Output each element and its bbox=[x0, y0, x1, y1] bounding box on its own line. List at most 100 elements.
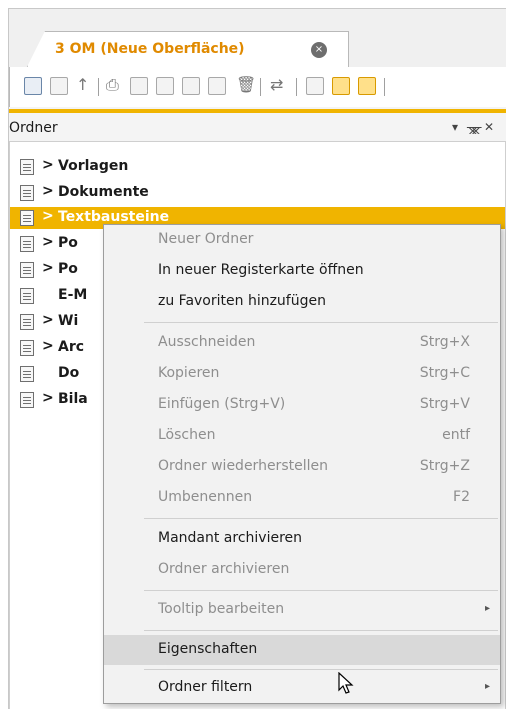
menu-item-label: Ordner archivieren bbox=[158, 561, 290, 577]
tree-item-vorlagen[interactable]: > Vorlagen bbox=[10, 156, 505, 178]
expand-chevron-icon[interactable]: > bbox=[42, 260, 54, 276]
toolbar-separator bbox=[384, 78, 385, 96]
new-document-icon[interactable] bbox=[130, 77, 148, 95]
menu-item-shortcut: entf bbox=[442, 427, 470, 443]
menu-item-label: Ausschneiden bbox=[158, 334, 256, 350]
toolbar: ↑ ⎙ 🗑 ⇄ bbox=[9, 67, 506, 107]
tree-item-label: Textbausteine bbox=[58, 209, 170, 225]
menu-item-shortcut: Strg+C bbox=[419, 365, 470, 381]
folder-outgoing-icon bbox=[20, 236, 34, 252]
sync-icon[interactable]: ⇄ bbox=[270, 75, 283, 94]
menu-item-add-to-favorites[interactable]: zu Favoriten hinzufügen bbox=[104, 287, 500, 317]
menu-separator bbox=[144, 322, 498, 323]
menu-item-filter-folder[interactable]: Ordner filtern ▸ bbox=[104, 673, 500, 703]
menu-separator bbox=[144, 518, 498, 519]
import-icon[interactable] bbox=[208, 77, 226, 95]
mouse-cursor-icon bbox=[338, 672, 354, 694]
submenu-arrow-icon: ▸ bbox=[484, 681, 490, 692]
context-menu: Neuer Ordner In neuer Registerkarte öffn… bbox=[103, 224, 501, 704]
preview-icon[interactable] bbox=[332, 77, 350, 95]
open-folder-icon[interactable] bbox=[156, 77, 174, 95]
tree-item-dokumente[interactable]: > Dokumente bbox=[10, 182, 505, 204]
menu-item-label: Neuer Ordner bbox=[158, 231, 254, 247]
menu-separator bbox=[144, 669, 498, 670]
menu-item-label: Kopieren bbox=[158, 365, 220, 381]
print-icon[interactable]: ⎙ bbox=[106, 75, 119, 95]
expand-chevron-icon[interactable]: > bbox=[42, 208, 54, 224]
expand-chevron-icon[interactable]: > bbox=[42, 338, 54, 354]
menu-item-label: Tooltip bearbeiten bbox=[158, 601, 285, 617]
menu-item-archive-folder[interactable]: Ordner archivieren bbox=[104, 555, 500, 585]
folder-document-icon bbox=[20, 210, 34, 226]
up-arrow-icon[interactable]: ↑ bbox=[76, 75, 89, 94]
folder-document-icon bbox=[20, 159, 34, 175]
menu-item-archive-client[interactable]: Mandant archivieren bbox=[104, 524, 500, 554]
expand-chevron-icon[interactable]: > bbox=[42, 234, 54, 250]
expand-chevron-icon[interactable]: > bbox=[42, 183, 54, 199]
panel-title: Ordner bbox=[9, 120, 58, 136]
menu-item-paste[interactable]: Einfügen (Strg+V) Strg+V bbox=[104, 390, 500, 420]
menu-separator bbox=[144, 630, 498, 631]
tree-item-label: Po bbox=[58, 261, 78, 277]
document-icon bbox=[20, 366, 34, 382]
expand-chevron-icon[interactable]: > bbox=[42, 312, 54, 328]
tree-item-label: Do bbox=[58, 365, 80, 381]
menu-item-label: zu Favoriten hinzufügen bbox=[158, 293, 326, 309]
menu-item-label: Ordner wiederherstellen bbox=[158, 458, 328, 474]
menu-item-shortcut: Strg+Z bbox=[419, 458, 470, 474]
menu-item-open-in-new-tab[interactable]: In neuer Registerkarte öffnen bbox=[104, 256, 500, 286]
folder-document-icon bbox=[20, 185, 34, 201]
tree-item-label: Po bbox=[58, 235, 78, 251]
accent-bar bbox=[9, 109, 506, 113]
email-folder-icon bbox=[20, 288, 34, 304]
menu-item-properties[interactable]: Eigenschaften bbox=[104, 635, 500, 665]
menu-separator bbox=[144, 590, 498, 591]
menu-item-cut[interactable]: Ausschneiden Strg+X bbox=[104, 328, 500, 358]
tree-item-label: Bila bbox=[58, 391, 88, 407]
forward-icon[interactable] bbox=[50, 77, 68, 95]
trash-icon[interactable]: 🗑 bbox=[236, 75, 256, 94]
pin-icon[interactable]: ᚘ bbox=[467, 120, 481, 134]
close-icon[interactable]: × bbox=[311, 42, 327, 58]
expand-chevron-icon[interactable]: > bbox=[42, 157, 54, 173]
menu-item-label: Eigenschaften bbox=[158, 641, 258, 657]
search-preview-icon[interactable] bbox=[358, 77, 376, 95]
chart-folder-icon bbox=[20, 392, 34, 408]
back-icon[interactable] bbox=[24, 77, 42, 95]
menu-item-restore-folder[interactable]: Ordner wiederherstellen Strg+Z bbox=[104, 452, 500, 482]
folder-icon bbox=[20, 314, 34, 330]
menu-item-label: Umbenennen bbox=[158, 489, 253, 505]
toolbar-separator bbox=[260, 78, 261, 96]
properties-icon[interactable] bbox=[306, 77, 324, 95]
toolbar-separator bbox=[98, 78, 99, 96]
tab-strip: 3 OM (Neue Oberfläche) × bbox=[9, 9, 506, 67]
menu-item-label: Einfügen (Strg+V) bbox=[158, 396, 286, 412]
menu-item-shortcut: F2 bbox=[453, 489, 470, 505]
archive-folder-icon bbox=[20, 340, 34, 356]
dropdown-icon[interactable]: ▾ bbox=[452, 120, 458, 134]
menu-item-new-folder[interactable]: Neuer Ordner bbox=[104, 225, 500, 255]
folder-incoming-icon bbox=[20, 262, 34, 278]
menu-item-copy[interactable]: Kopieren Strg+C bbox=[104, 359, 500, 389]
menu-item-shortcut: Strg+X bbox=[419, 334, 470, 350]
tree-item-label: Dokumente bbox=[58, 184, 149, 200]
menu-item-delete[interactable]: Löschen entf bbox=[104, 421, 500, 451]
submenu-arrow-icon: ▸ bbox=[484, 603, 490, 614]
panel-header: Ordner ▾ ᚘ ✕ bbox=[9, 117, 506, 139]
menu-item-label: Mandant archivieren bbox=[158, 530, 303, 546]
menu-item-rename[interactable]: Umbenennen F2 bbox=[104, 483, 500, 513]
export-icon[interactable] bbox=[182, 77, 200, 95]
tree-item-label: Vorlagen bbox=[58, 158, 129, 174]
menu-item-label: Ordner filtern bbox=[158, 679, 253, 695]
tree-item-label: Wi bbox=[58, 313, 79, 329]
menu-item-shortcut: Strg+V bbox=[419, 396, 470, 412]
close-panel-icon[interactable]: ✕ bbox=[484, 120, 494, 134]
tree-item-label: Arc bbox=[58, 339, 85, 355]
tree-item-label: E-M bbox=[58, 287, 88, 303]
expand-chevron-icon[interactable]: > bbox=[42, 390, 54, 406]
menu-item-label: In neuer Registerkarte öffnen bbox=[158, 262, 364, 278]
toolbar-separator bbox=[296, 78, 297, 96]
tab-title[interactable]: 3 OM (Neue Oberfläche) bbox=[55, 41, 245, 57]
menu-item-edit-tooltip[interactable]: Tooltip bearbeiten ▸ bbox=[104, 595, 500, 625]
menu-item-label: Löschen bbox=[158, 427, 216, 443]
